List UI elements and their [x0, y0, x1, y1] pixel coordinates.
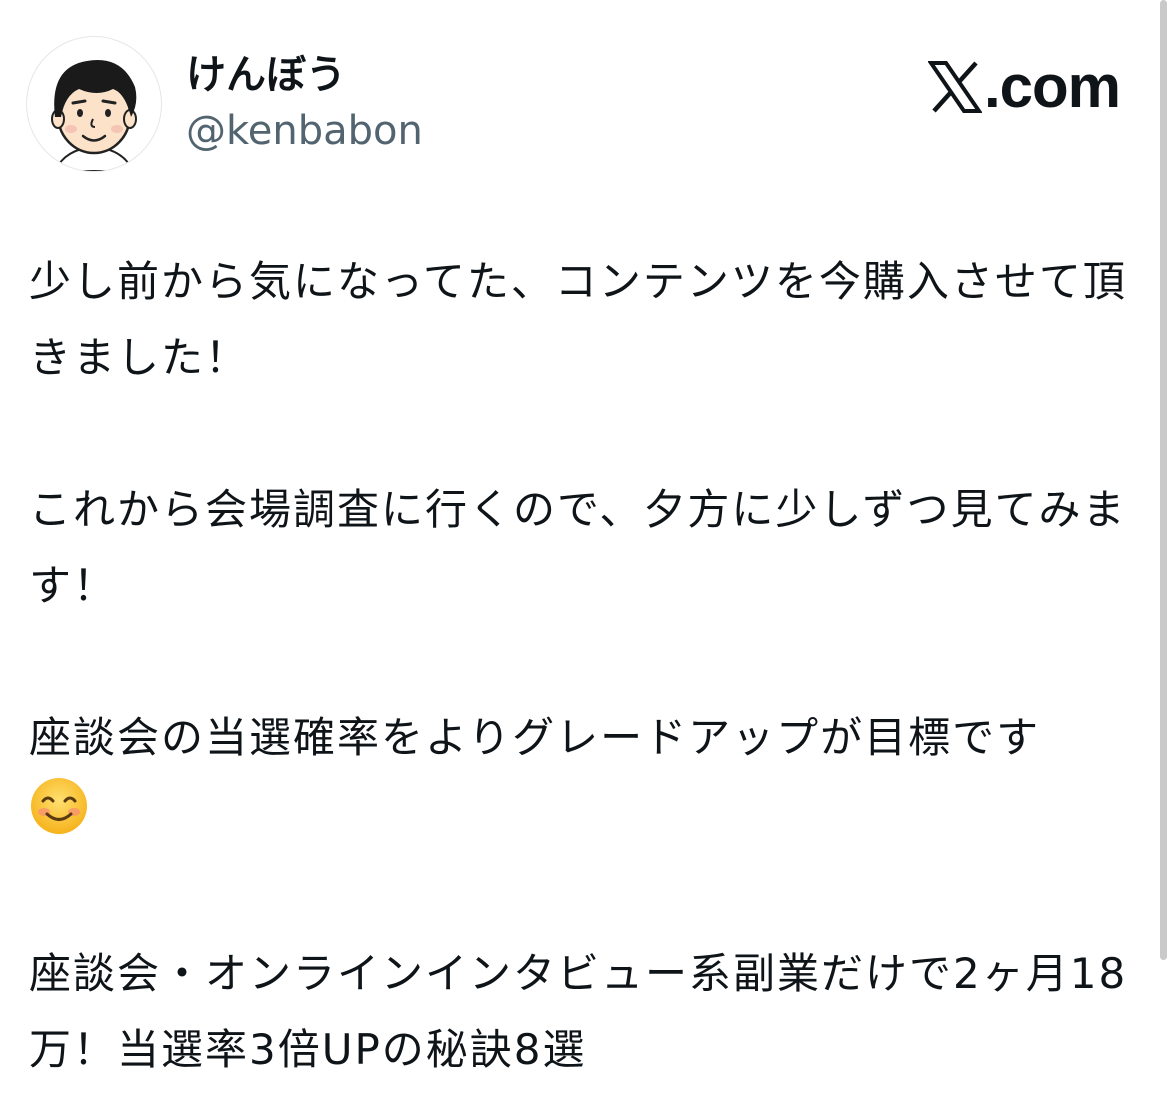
vertical-scrollbar[interactable] — [1154, 0, 1170, 1093]
tweet-paragraph-4: 座談会・オンラインインタビュー系副業だけで2ヶ月18万！当選率3倍UPの秘訣8選 — [29, 949, 1128, 1074]
brand-domain-label: .com — [983, 53, 1121, 120]
author-display-name[interactable]: けんぼう — [186, 48, 346, 102]
smiling-face-emoji-icon — [29, 776, 89, 860]
scrollbar-thumb[interactable] — [1160, 0, 1167, 960]
author-handle[interactable]: @kenbabon — [186, 106, 423, 156]
x-logo-icon — [927, 61, 982, 113]
tweet-paragraph-3: 座談会の当選確率をよりグレードアップが目標です — [29, 700, 1129, 860]
tweet-body: 少し前から気になってた、コンテンツを今購入させて頂きました！ これから会場調査に… — [29, 244, 1129, 1088]
tweet-paragraph-3-text: 座談会の当選確率をよりグレードアップが目標です — [29, 713, 1041, 762]
tweet-header: けんぼう @kenbabon .com — [0, 0, 1170, 200]
tweet-paragraph-2: これから会場調査に行くので、夕方に少しずつ見てみます！ — [29, 485, 1127, 610]
x-brand[interactable]: .com — [927, 53, 1121, 120]
tweet-paragraph-1: 少し前から気になってた、コンテンツを今購入させて頂きました！ — [29, 257, 1127, 382]
cartoon-face-avatar-icon — [51, 60, 137, 171]
author-avatar[interactable] — [26, 36, 162, 172]
